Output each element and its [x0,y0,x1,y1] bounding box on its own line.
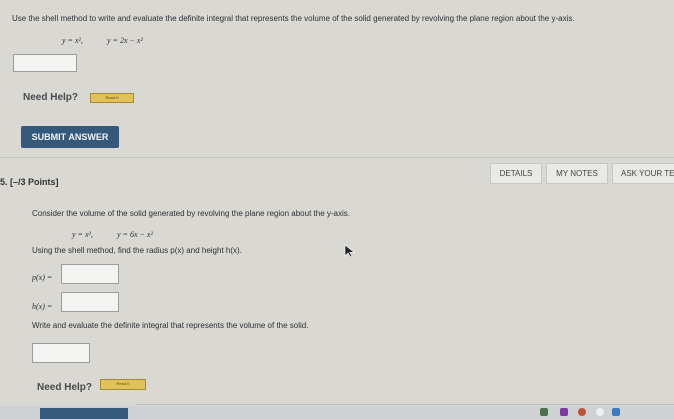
taskbar-red-icon[interactable] [578,408,586,416]
integral-answer-input[interactable] [32,343,90,363]
section-divider [0,157,674,158]
read-it-button[interactable]: Read It [100,379,146,390]
submit-answer-button[interactable]: SUBMIT ANSWER [21,126,119,148]
mouse-cursor-icon [344,244,355,258]
tab-my-notes[interactable]: MY NOTES [546,163,608,184]
tab-ask-your-teacher[interactable]: ASK YOUR TE [612,163,674,184]
need-help-label: Need Help? [37,382,93,393]
prev-read-it-button[interactable]: Read It [90,93,134,103]
taskbar-white-icon[interactable] [596,408,604,416]
radius-input[interactable] [61,264,119,284]
shell-instruction: Using the shell method, find the radius … [32,246,242,255]
question-intro: Consider the volume of the solid generat… [32,209,350,218]
equation-1: y = x², [72,230,93,239]
taskbar-blue-icon[interactable] [612,408,620,416]
prev-question-prompt: Use the shell method to write and evalua… [12,14,575,23]
radius-label: p(x) = [32,273,53,282]
prev-need-help-label: Need Help? [23,92,79,103]
taskbar-app-icon[interactable] [540,408,548,416]
height-label: h(x) = [32,302,53,311]
bottom-divider [136,404,674,405]
next-submit-button-partial[interactable] [40,408,128,419]
tab-details[interactable]: DETAILS [490,163,542,184]
equation-2: y = 6x − x² [117,230,153,239]
integral-instruction: Write and evaluate the definite integral… [32,321,309,330]
height-input[interactable] [61,292,119,312]
prev-answer-input[interactable] [13,54,77,72]
prev-equation-1: y = x², [62,36,83,45]
prev-equation-2: y = 2x − x² [107,36,143,45]
question-number: 5. [–/3 Points] [0,177,59,187]
taskbar-purple-icon[interactable] [560,408,568,416]
